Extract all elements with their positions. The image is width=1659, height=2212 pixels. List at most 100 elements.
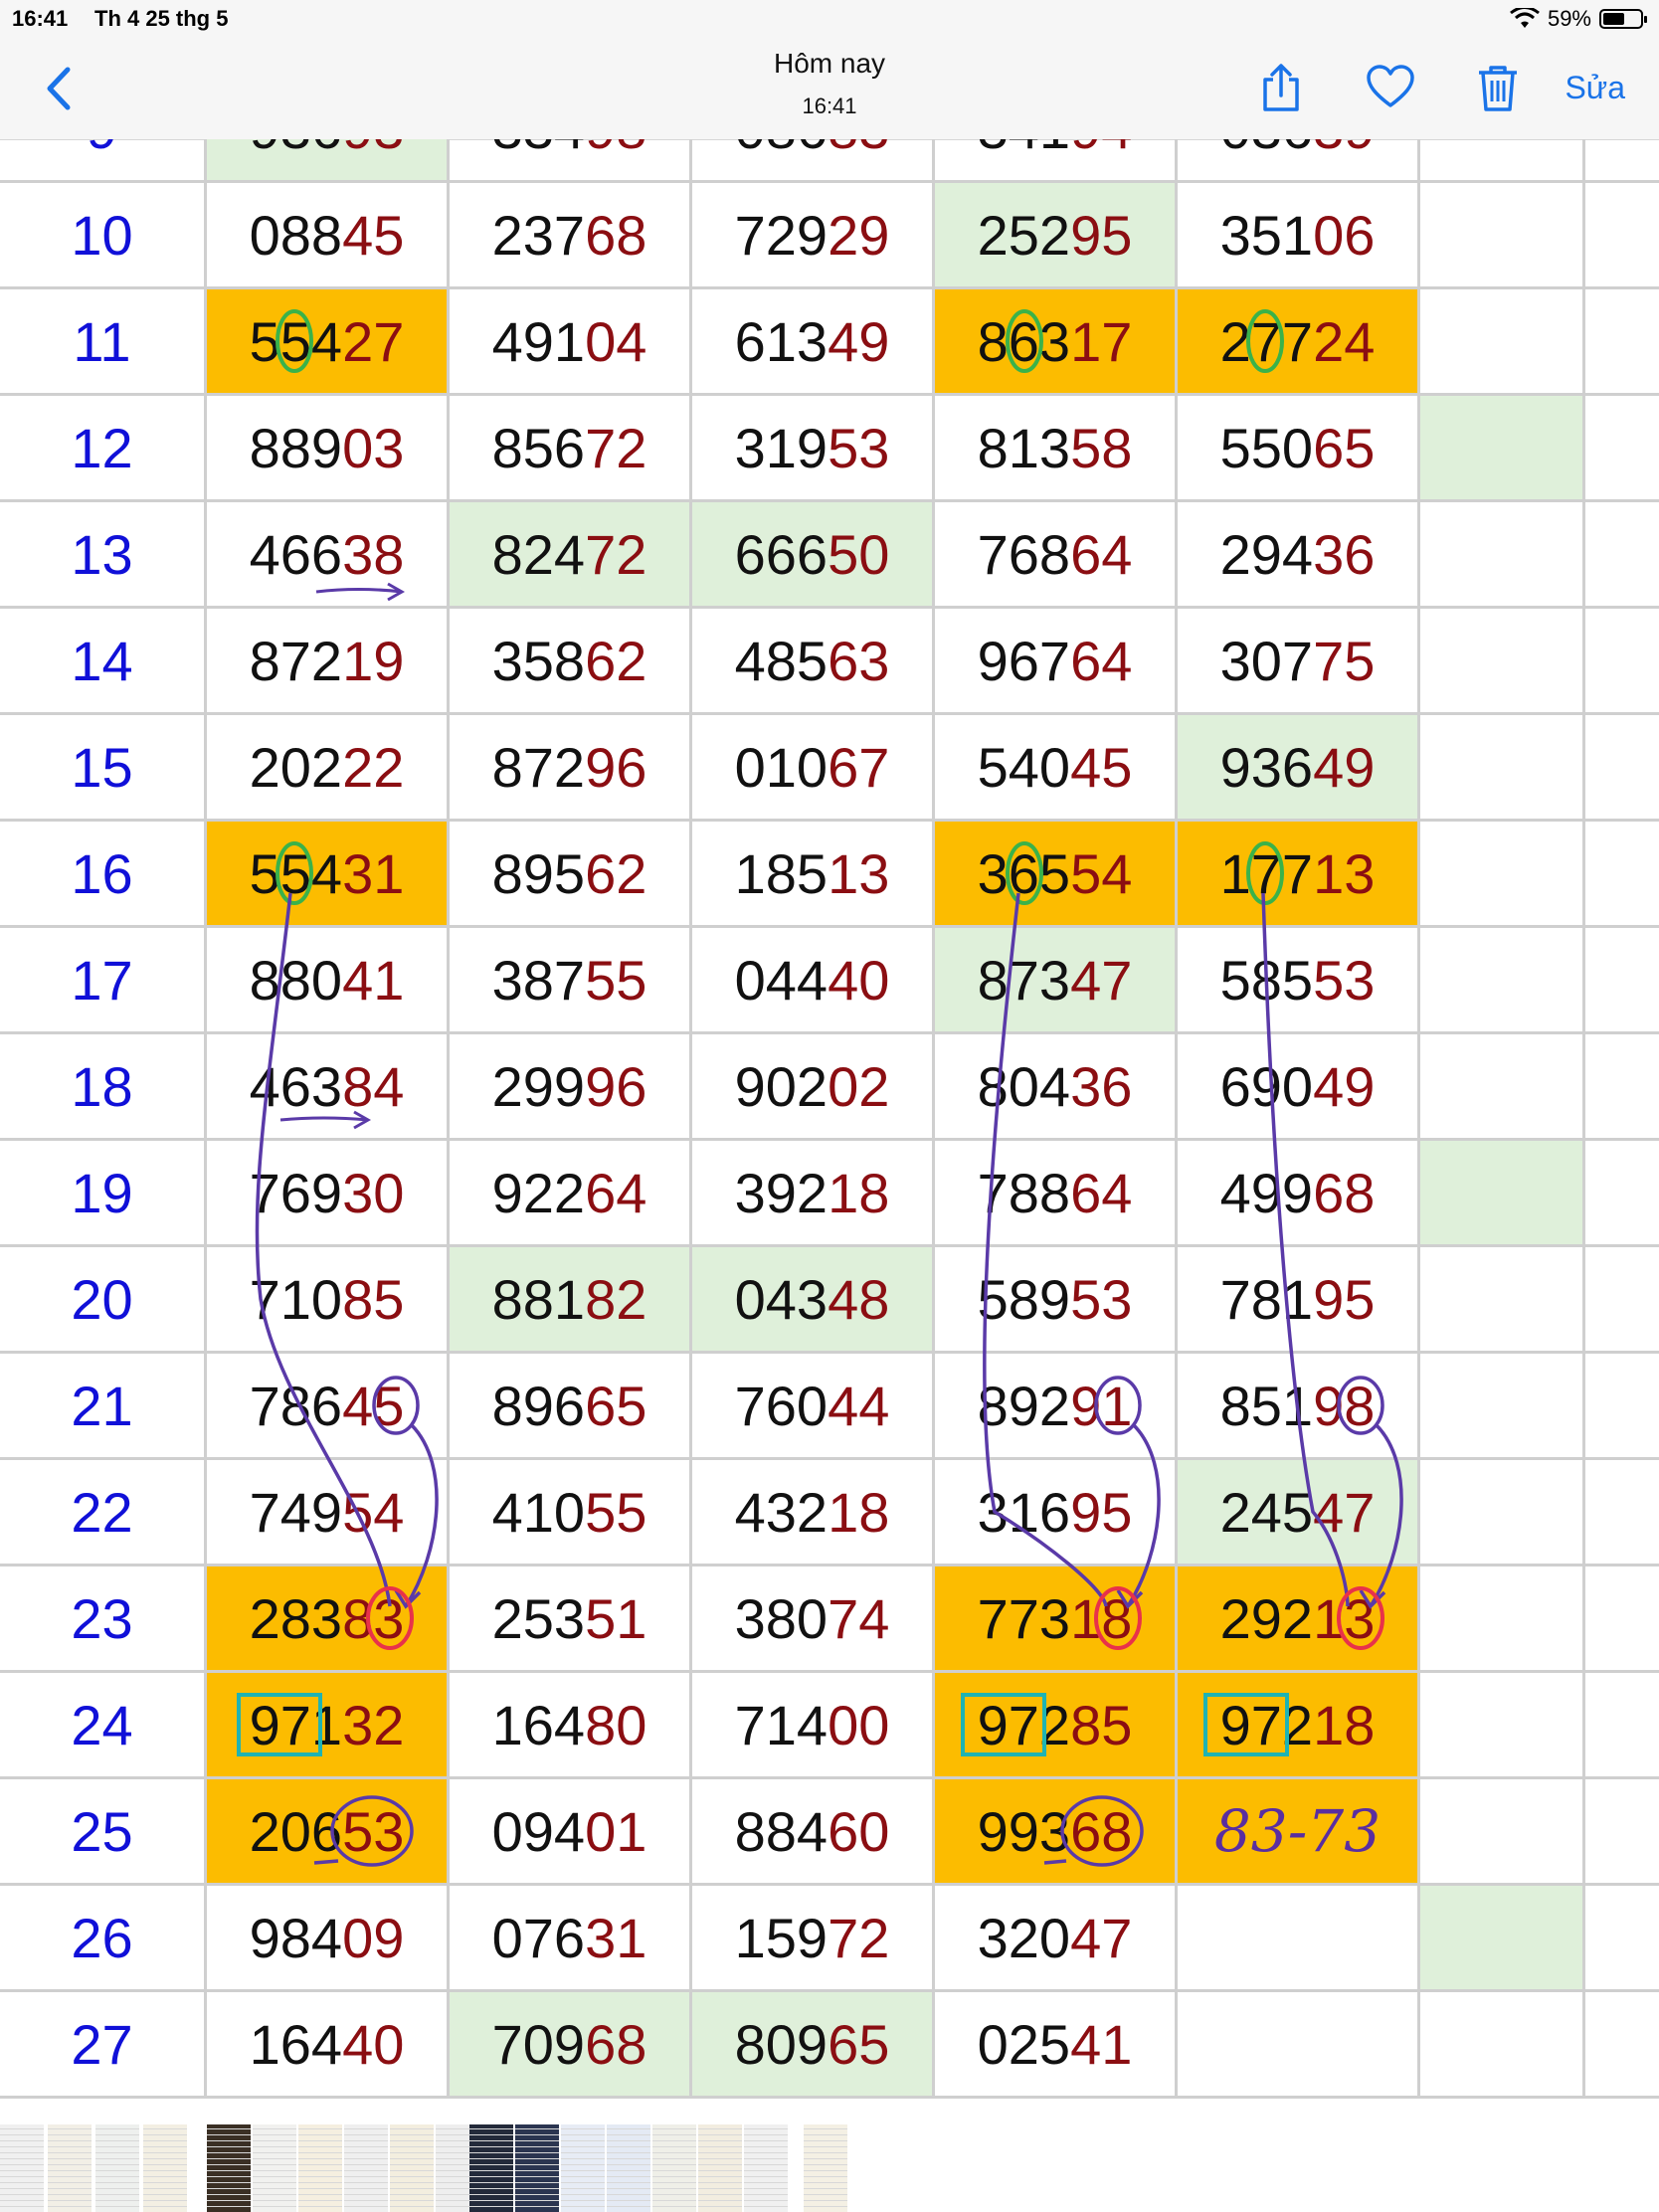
result-cell: 89291: [935, 1354, 1178, 1457]
result-cell: 03639: [1178, 139, 1420, 180]
empty-cell: [1420, 1247, 1585, 1351]
result-number: 66650: [735, 522, 890, 587]
result-cell: 55065: [1178, 396, 1420, 499]
number-head: 972: [1219, 1693, 1314, 1756]
number-tail: 65: [828, 2012, 890, 2076]
number-tail: 94: [1070, 139, 1132, 160]
number-head: 202: [249, 735, 343, 799]
number-head: 387: [491, 948, 586, 1012]
number-tail: 85: [342, 1267, 405, 1331]
number-tail: 95: [1070, 1480, 1133, 1544]
number-tail: 18: [1070, 1586, 1133, 1650]
thumbnail-strip[interactable]: [0, 2124, 1659, 2212]
result-number: 25295: [978, 203, 1133, 268]
number-tail: 75: [1313, 629, 1376, 692]
result-number: 04440: [735, 948, 890, 1013]
number-head: 781: [1219, 1267, 1314, 1331]
number-head: 554: [249, 841, 343, 905]
status-date: Th 4 25 thg 5: [94, 6, 229, 31]
number-tail: 36: [1070, 1054, 1133, 1118]
row-number: 21: [0, 1354, 207, 1457]
photo-thumbnail[interactable]: [143, 2124, 187, 2212]
photo-thumbnail[interactable]: [48, 2124, 92, 2212]
result-number: 93649: [1220, 735, 1376, 800]
result-number: 02541: [978, 2012, 1133, 2077]
number-tail: 45: [1070, 735, 1133, 799]
result-number: 69049: [1220, 1054, 1376, 1119]
photo-thumbnail[interactable]: [561, 2124, 605, 2212]
number-tail: 65: [585, 1374, 647, 1437]
result-cell: 98409: [207, 1886, 450, 1989]
photo-thumbnail[interactable]: [698, 2124, 742, 2212]
number-tail: 72: [828, 1906, 890, 1969]
photo-thumbnail[interactable]: [469, 2124, 513, 2212]
number-tail: 82: [585, 1267, 647, 1331]
result-cell: 87296: [450, 715, 692, 819]
photo-thumbnail[interactable]: [390, 2124, 434, 2212]
number-tail: 13: [828, 841, 890, 905]
number-head: 554: [249, 309, 343, 373]
result-number: 32047: [978, 1906, 1133, 1970]
result-cell: 78195: [1178, 1247, 1420, 1351]
share-icon[interactable]: [1255, 62, 1307, 113]
number-head: 253: [491, 1586, 586, 1650]
result-cell: 89665: [450, 1354, 692, 1457]
result-cell: 87347: [935, 928, 1178, 1031]
result-number: 78645: [250, 1374, 405, 1438]
number-head: 159: [734, 1906, 829, 1969]
number-head: 768: [977, 522, 1071, 586]
photo-thumbnail[interactable]: [804, 2124, 847, 2212]
empty-cell: [1420, 1460, 1585, 1564]
row-number-label: 15: [71, 735, 133, 799]
result-cell: 15972: [692, 1886, 935, 1989]
number-tail: 49: [828, 309, 890, 373]
result-cell: 09401: [450, 1779, 692, 1883]
number-tail: 18: [828, 1480, 890, 1544]
result-cell: 78645: [207, 1354, 450, 1457]
photo-thumbnail[interactable]: [95, 2124, 139, 2212]
result-cell: 93649: [1178, 715, 1420, 819]
number-tail: 41: [1070, 2012, 1133, 2076]
empty-cell: [1420, 1779, 1585, 1883]
number-tail: 09: [342, 1906, 405, 1969]
photo-thumbnail[interactable]: [0, 2124, 44, 2212]
table-row: 11 55427 49104 61349 86317 27724: [0, 289, 1659, 396]
table-row: 25 20653 09401 88460 99368 83-73: [0, 1779, 1659, 1886]
result-number: 88041: [250, 948, 405, 1013]
number-head: 307: [1219, 629, 1314, 692]
result-cell: 71400: [692, 1673, 935, 1776]
result-cell: 32047: [935, 1886, 1178, 1989]
number-tail: 44: [828, 1374, 890, 1437]
number-tail: 06: [1313, 203, 1376, 267]
result-number: 08845: [250, 203, 405, 268]
photo-thumbnail[interactable]: [344, 2124, 388, 2212]
edit-button[interactable]: Sửa: [1565, 70, 1625, 106]
number-head: 993: [977, 1799, 1071, 1863]
number-head: 585: [1219, 948, 1314, 1012]
empty-cell: [1420, 1034, 1585, 1138]
photo-thumbnail[interactable]: [253, 2124, 296, 2212]
empty-cell: [1420, 1141, 1585, 1244]
number-head: 025: [977, 2012, 1071, 2076]
row-number: 23: [0, 1567, 207, 1670]
number-head: 043: [734, 1267, 829, 1331]
number-head: 294: [1219, 522, 1314, 586]
photo-thumbnail[interactable]: [515, 2124, 559, 2212]
trash-icon[interactable]: [1472, 62, 1524, 113]
table-row: 26 98409 07631 15972 32047: [0, 1886, 1659, 1992]
number-head: 786: [249, 1374, 343, 1437]
photo-thumbnail[interactable]: [607, 2124, 650, 2212]
number-head: 788: [977, 1161, 1071, 1224]
number-tail: 45: [342, 203, 405, 267]
photo-thumbnail[interactable]: [652, 2124, 696, 2212]
result-number: 58553: [1220, 948, 1376, 1013]
heart-icon[interactable]: [1365, 62, 1416, 113]
number-head: 177: [1219, 841, 1314, 905]
result-cell: 49104: [450, 289, 692, 393]
photo-thumbnail[interactable]: [298, 2124, 342, 2212]
battery-icon: [1599, 9, 1647, 29]
result-number: 18513: [735, 841, 890, 906]
battery-fill: [1603, 13, 1624, 25]
photo-thumbnail[interactable]: [207, 2124, 251, 2212]
photo-thumbnail[interactable]: [744, 2124, 788, 2212]
